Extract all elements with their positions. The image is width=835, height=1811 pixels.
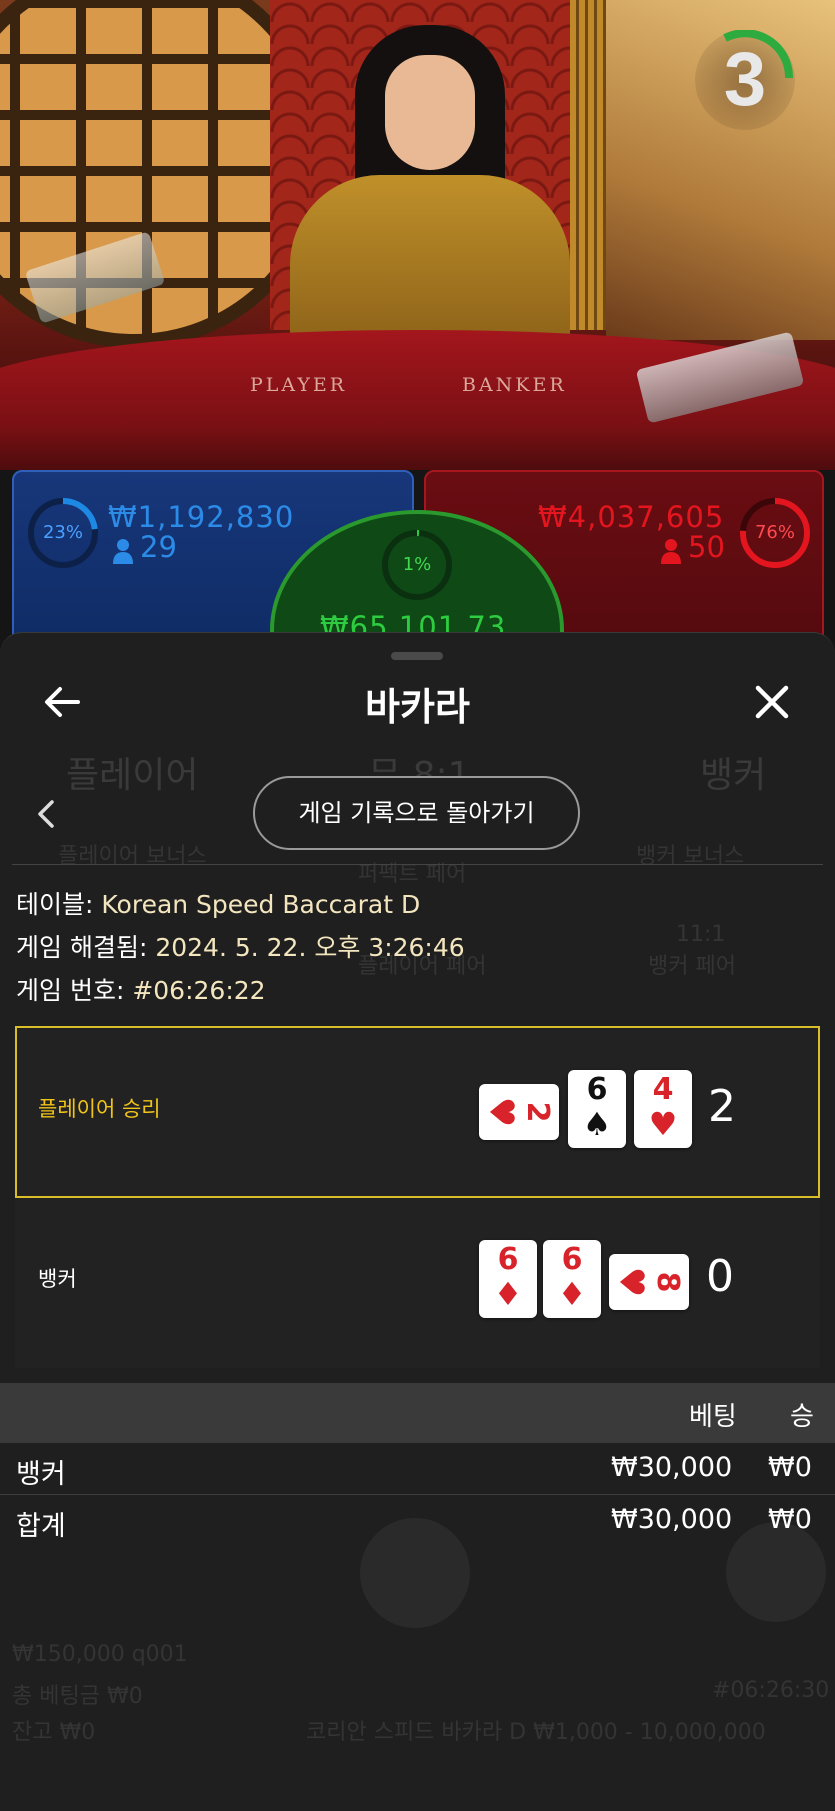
bg-balance: 잔고 ₩0 <box>12 1720 96 1745</box>
resolved-info-value: 2024. 5. 22. 오후 3:26:46 <box>155 933 465 962</box>
bet-column-header: 베팅 <box>689 1402 737 1432</box>
player-score: 2 <box>708 1081 736 1132</box>
player-card-3: 4 ♥ <box>634 1070 692 1148</box>
game-number-value: #06:26:22 <box>132 976 266 1005</box>
total-row-amount: ₩30,000 <box>611 1504 733 1535</box>
banker-bet-total: ₩4,037,605 <box>538 500 725 534</box>
game-number-info: 게임 번호: #06:26:22 <box>16 971 266 1007</box>
table-info-label: 테이블: <box>16 890 94 919</box>
banker-card-3: 8 ♥ <box>609 1254 689 1310</box>
player-card-2: 6 ♠ <box>568 1070 626 1148</box>
bet-row-win: ₩0 <box>768 1452 812 1483</box>
close-icon[interactable] <box>750 680 794 724</box>
total-row-label: 합계 <box>16 1511 66 1542</box>
sheet-title: 바카라 <box>365 685 470 729</box>
user-icon <box>112 538 134 564</box>
banker-percent: 76% <box>754 522 795 543</box>
bg-round-id: #06:26:30 <box>712 1678 830 1703</box>
bg-banker-bonus: 뱅커 보너스 <box>636 844 745 869</box>
player-result-label: 플레이어 승리 <box>38 1097 161 1121</box>
table-info: 테이블: Korean Speed Baccarat D <box>16 885 420 921</box>
countdown-value: 3 <box>723 37 767 122</box>
resolved-info: 게임 해결됨: 2024. 5. 22. 오후 3:26:46 <box>16 928 465 964</box>
resolved-info-label: 게임 해결됨: <box>16 933 148 962</box>
tie-percent-ring: 1% <box>380 528 454 602</box>
banker-card-2: 6 ♦ <box>543 1240 601 1318</box>
divider <box>12 864 823 865</box>
banker-result-row: 뱅커 6 ♦ 6 ♦ 8 ♥ 0 <box>15 1198 820 1368</box>
bg-table-limits: 코리안 스피드 바카라 D ₩1,000 - 10,000,000 <box>306 1720 766 1745</box>
bg-chip-selector <box>360 1518 470 1628</box>
table-label-banker: BANKER <box>462 374 567 396</box>
win-column-header: 승 <box>790 1402 814 1432</box>
bg-banker-pair-odds: 11:1 <box>676 922 726 947</box>
player-bettor-count: 29 <box>140 530 177 564</box>
player-percent-ring: 23% <box>26 496 100 570</box>
banker-percent-ring: 76% <box>738 496 812 570</box>
chevron-left-icon[interactable] <box>34 798 58 830</box>
bg-balance-line: ₩150,000 q001 <box>12 1642 188 1667</box>
banker-card-1: 6 ♦ <box>479 1240 537 1318</box>
bg-total-bet: 총 베팅금 ₩0 <box>12 1684 143 1709</box>
countdown-timer: 3 <box>695 30 795 130</box>
user-icon <box>660 538 682 564</box>
bg-banker-label: 뱅커 <box>700 755 767 796</box>
player-bet-total: ₩1,192,830 <box>108 500 295 534</box>
bet-row-amount: ₩30,000 <box>611 1452 733 1483</box>
banker-bettor-count: 50 <box>688 530 725 564</box>
bg-player-bonus: 플레이어 보너스 <box>58 844 207 869</box>
bg-player-label: 플레이어 <box>66 755 199 796</box>
bg-menu-button <box>726 1522 826 1622</box>
table-info-value: Korean Speed Baccarat D <box>101 890 421 919</box>
total-row-win: ₩0 <box>768 1504 812 1535</box>
bg-banker-pair: 뱅커 페어 <box>648 954 736 979</box>
sheet-drag-handle[interactable] <box>391 652 443 660</box>
table-label-player: PLAYER <box>250 374 348 396</box>
bet-row-label: 뱅커 <box>16 1459 66 1490</box>
game-number-label: 게임 번호: <box>16 976 125 1005</box>
bg-perfect-pair: 퍼펙트 페어 <box>358 862 467 887</box>
banker-result-label: 뱅커 <box>38 1267 77 1291</box>
banker-score: 0 <box>706 1251 734 1302</box>
player-card-1: 2 ♥ <box>479 1084 559 1140</box>
back-to-history-button[interactable]: 게임 기록으로 돌아가기 <box>253 776 580 850</box>
tie-percent: 1% <box>402 554 432 575</box>
player-result-row: 플레이어 승리 2 ♥ 6 ♠ 4 ♥ 2 <box>15 1026 820 1198</box>
player-percent: 23% <box>42 522 83 543</box>
divider <box>0 1494 835 1495</box>
